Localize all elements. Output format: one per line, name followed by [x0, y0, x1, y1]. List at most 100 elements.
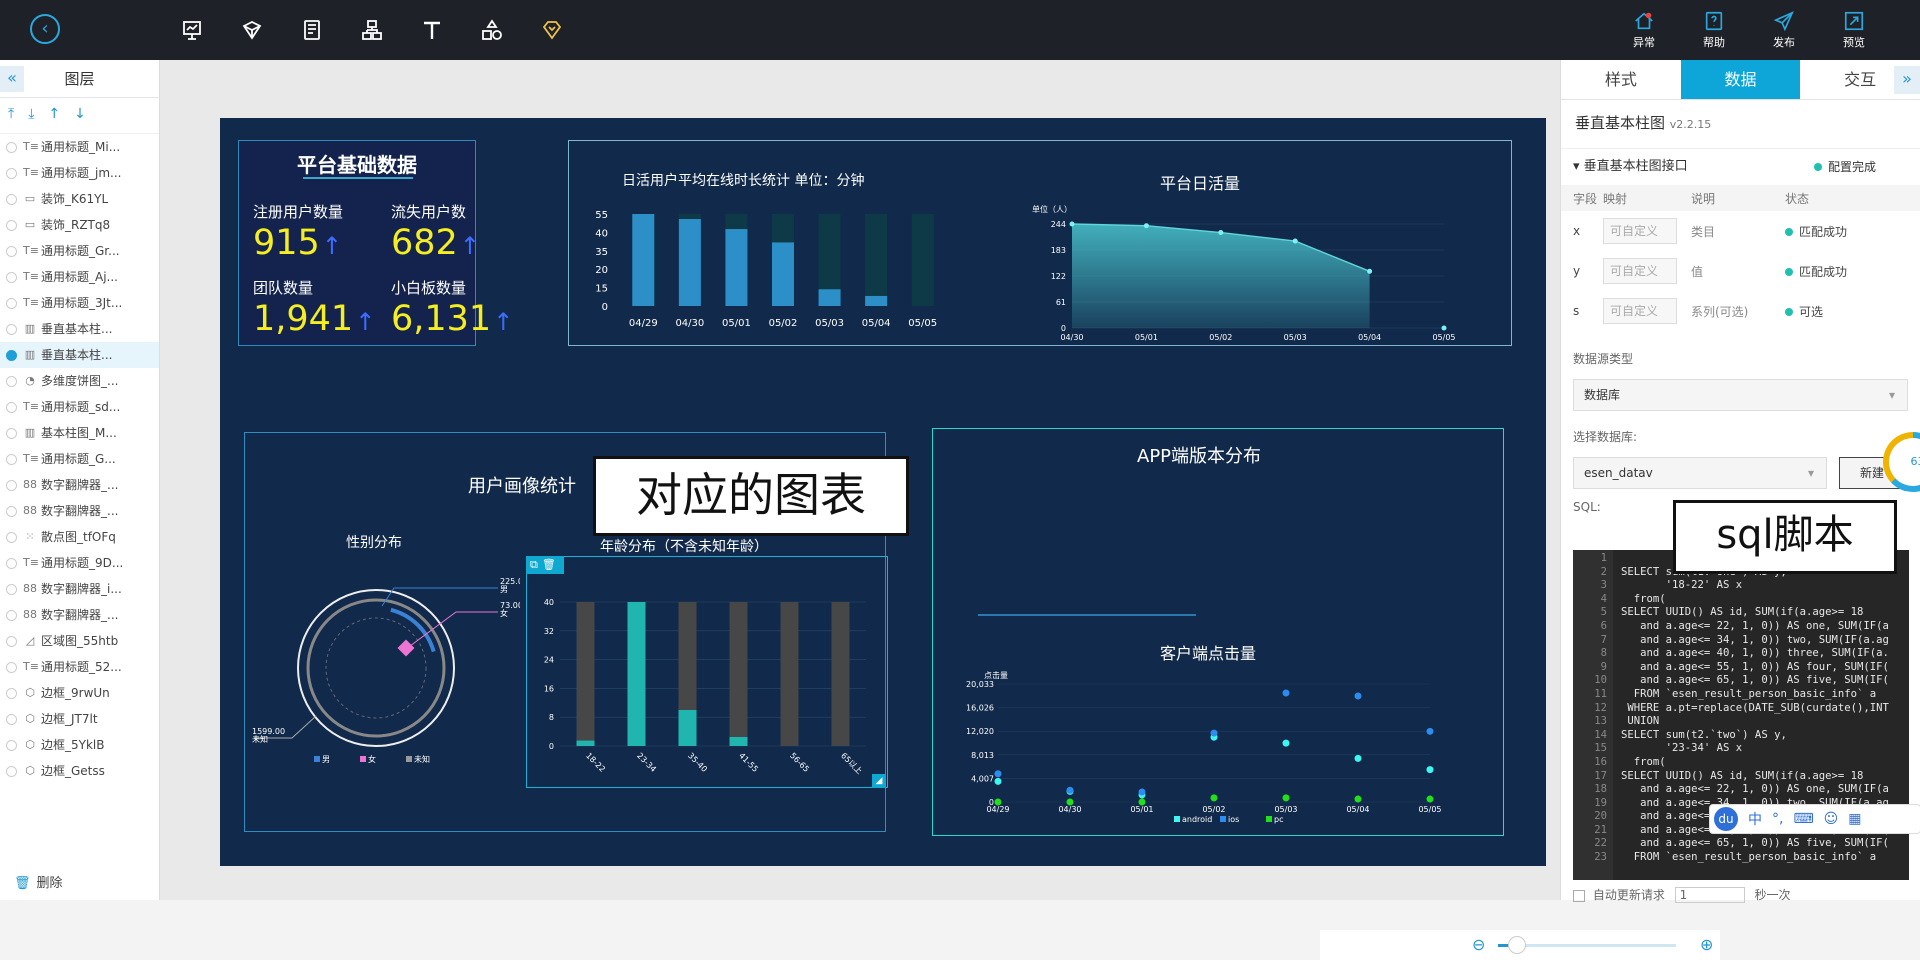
- resize-handle-icon[interactable]: ◢: [872, 774, 886, 788]
- scatter-point-android[interactable]: [1282, 739, 1290, 747]
- layer-visibility-toggle[interactable]: [6, 479, 17, 491]
- mapping-input[interactable]: 可自定义: [1603, 298, 1677, 324]
- layer-item[interactable]: T≡ 通用标题_Mi...: [0, 134, 159, 160]
- kpi-panel[interactable]: 平台基础数据 注册用户数量 915↑ 流失用户数 682↑ 团队数量 1,941…: [238, 140, 513, 346]
- bar[interactable]: [729, 737, 748, 746]
- layer-item[interactable]: ▭ 装饰_K61YL: [0, 186, 159, 212]
- ime-grid-icon[interactable]: ▦: [1848, 811, 1861, 827]
- scatter-point-android[interactable]: [1426, 766, 1434, 774]
- legend-label[interactable]: 女: [368, 754, 376, 764]
- scatter-point-pc[interactable]: [1354, 795, 1362, 803]
- publish-button[interactable]: 发布: [1768, 10, 1800, 50]
- layer-visibility-toggle[interactable]: [6, 531, 17, 543]
- layer-item[interactable]: 88 数字翻牌器_i...: [0, 576, 159, 602]
- chart-tool-button[interactable]: [176, 16, 208, 44]
- collapse-layers-button[interactable]: «: [0, 66, 24, 92]
- layer-visibility-toggle[interactable]: [6, 167, 17, 179]
- zoom-out-icon[interactable]: ⊖: [1472, 935, 1485, 954]
- layer-visibility-toggle[interactable]: [6, 661, 17, 673]
- move-top-icon[interactable]: ⤒: [8, 106, 14, 133]
- online-duration-bar-chart[interactable]: 55 40 35 20 15 0 04/29 04/30 05/01 05/02 05/03 05/0…: [590, 196, 970, 336]
- layer-item[interactable]: ◔ 多维度饼图_...: [0, 368, 159, 394]
- layer-visibility-toggle[interactable]: [6, 687, 17, 699]
- layer-item[interactable]: ▥ 垂直基本柱...: [0, 342, 159, 368]
- legend-label[interactable]: ios: [1228, 815, 1239, 824]
- scatter-point-ios[interactable]: [1354, 692, 1362, 700]
- data-point[interactable]: [1143, 223, 1149, 229]
- layer-item[interactable]: ▭ 装饰_RZTq8: [0, 212, 159, 238]
- scatter-point-ios[interactable]: [1138, 788, 1146, 796]
- layer-visibility-toggle[interactable]: [6, 349, 17, 361]
- layer-visibility-toggle[interactable]: [6, 427, 17, 439]
- bar[interactable]: [678, 219, 701, 306]
- scatter-point-ios[interactable]: [1426, 727, 1434, 735]
- layer-item[interactable]: 88 数字翻牌器_...: [0, 472, 159, 498]
- chart-edit-icons[interactable]: ⧉ 🗑: [526, 556, 564, 574]
- tab-style[interactable]: 样式: [1561, 60, 1681, 99]
- legend-label[interactable]: 未知: [414, 754, 430, 764]
- scatter-point-pc[interactable]: [994, 798, 1002, 806]
- scatter-point-ios[interactable]: [1282, 689, 1290, 697]
- layer-item[interactable]: T≡ 通用标题_sd...: [0, 394, 159, 420]
- trash-icon[interactable]: 🗑: [542, 558, 556, 572]
- ime-user-icon[interactable]: ☺: [1824, 811, 1839, 827]
- layer-visibility-toggle[interactable]: [6, 635, 17, 647]
- layer-visibility-toggle[interactable]: [6, 219, 17, 231]
- shape-tool-button[interactable]: [476, 16, 508, 44]
- scatter-point-ios[interactable]: [1210, 729, 1218, 737]
- layer-visibility-toggle[interactable]: [6, 583, 17, 595]
- data-point[interactable]: [1367, 268, 1373, 274]
- media-tool-button[interactable]: [296, 16, 328, 44]
- client-click-scatter-chart[interactable]: 点击量04,0078,01312,02016,02620,03304/29 04/…: [940, 668, 1500, 828]
- layout-tool-button[interactable]: [356, 16, 388, 44]
- layer-item[interactable]: T≡ 通用标题_G...: [0, 446, 159, 472]
- bar[interactable]: [818, 289, 841, 306]
- zoom-slider-handle[interactable]: [1508, 936, 1526, 954]
- delete-layer-button[interactable]: 🗑 删除: [14, 872, 69, 891]
- layer-item[interactable]: ▥ 基本柱图_M...: [0, 420, 159, 446]
- layer-visibility-toggle[interactable]: [6, 141, 17, 153]
- pie-unknown-ring[interactable]: [306, 598, 446, 738]
- legend-label[interactable]: android: [1182, 815, 1212, 824]
- bar[interactable]: [576, 740, 595, 746]
- layer-item[interactable]: T≡ 通用标题_52...: [0, 654, 159, 680]
- layer-visibility-toggle[interactable]: [6, 401, 17, 413]
- map-tool-button[interactable]: [236, 16, 268, 44]
- scatter-point-pc[interactable]: [1066, 798, 1074, 806]
- layer-item[interactable]: ⬡ 边框_JT7lt: [0, 706, 159, 732]
- move-down-icon[interactable]: ↓: [74, 106, 86, 133]
- help-button[interactable]: 帮助: [1698, 10, 1730, 50]
- data-point[interactable]: [1069, 221, 1075, 227]
- layer-item[interactable]: ⬡ 边框_Getss: [0, 758, 159, 784]
- tab-data[interactable]: 数据: [1680, 60, 1801, 99]
- pie-slice-female[interactable]: [397, 639, 415, 657]
- legend-label[interactable]: pc: [1274, 815, 1283, 824]
- data-point[interactable]: [1218, 230, 1224, 236]
- move-bottom-icon[interactable]: ⤓: [28, 106, 34, 133]
- mapping-input[interactable]: 可自定义: [1603, 258, 1677, 284]
- bar[interactable]: [725, 229, 748, 306]
- back-button[interactable]: ‹: [30, 14, 60, 44]
- layer-item[interactable]: T≡ 通用标题_9D...: [0, 550, 159, 576]
- layer-item[interactable]: 88 数字翻牌器_...: [0, 602, 159, 628]
- text-tool-button[interactable]: [416, 16, 448, 44]
- layer-visibility-toggle[interactable]: [6, 765, 17, 777]
- layer-visibility-toggle[interactable]: [6, 557, 17, 569]
- scatter-point-pc[interactable]: [1426, 795, 1434, 803]
- data-point[interactable]: [1441, 325, 1447, 331]
- daily-active-area-chart[interactable]: 单位（人） 0 61 122 183 244 04/30 05/01 05/02 05/03 05/…: [1032, 200, 1502, 344]
- layer-item[interactable]: T≡ 通用标题_3Jt...: [0, 290, 159, 316]
- scatter-point-pc[interactable]: [1282, 794, 1290, 802]
- scatter-point-pc[interactable]: [1138, 798, 1146, 806]
- mapping-input[interactable]: 可自定义: [1603, 218, 1677, 244]
- gender-pie-chart[interactable]: 225.00男73.00女1599.00未知男女未知: [250, 558, 520, 788]
- layer-item[interactable]: T≡ 通用标题_jm...: [0, 160, 159, 186]
- zoom-in-icon[interactable]: ⊕: [1700, 935, 1713, 954]
- layer-item[interactable]: ⬡ 边框_5YklB: [0, 732, 159, 758]
- api-section-header[interactable]: ▾ 垂直基本柱图接口 配置完成: [1561, 149, 1920, 185]
- bar[interactable]: [632, 214, 655, 306]
- ime-punct-icon[interactable]: °,: [1772, 811, 1783, 827]
- bar[interactable]: [627, 602, 646, 746]
- layer-visibility-toggle[interactable]: [6, 713, 17, 725]
- pie-slice-male[interactable]: [390, 607, 436, 653]
